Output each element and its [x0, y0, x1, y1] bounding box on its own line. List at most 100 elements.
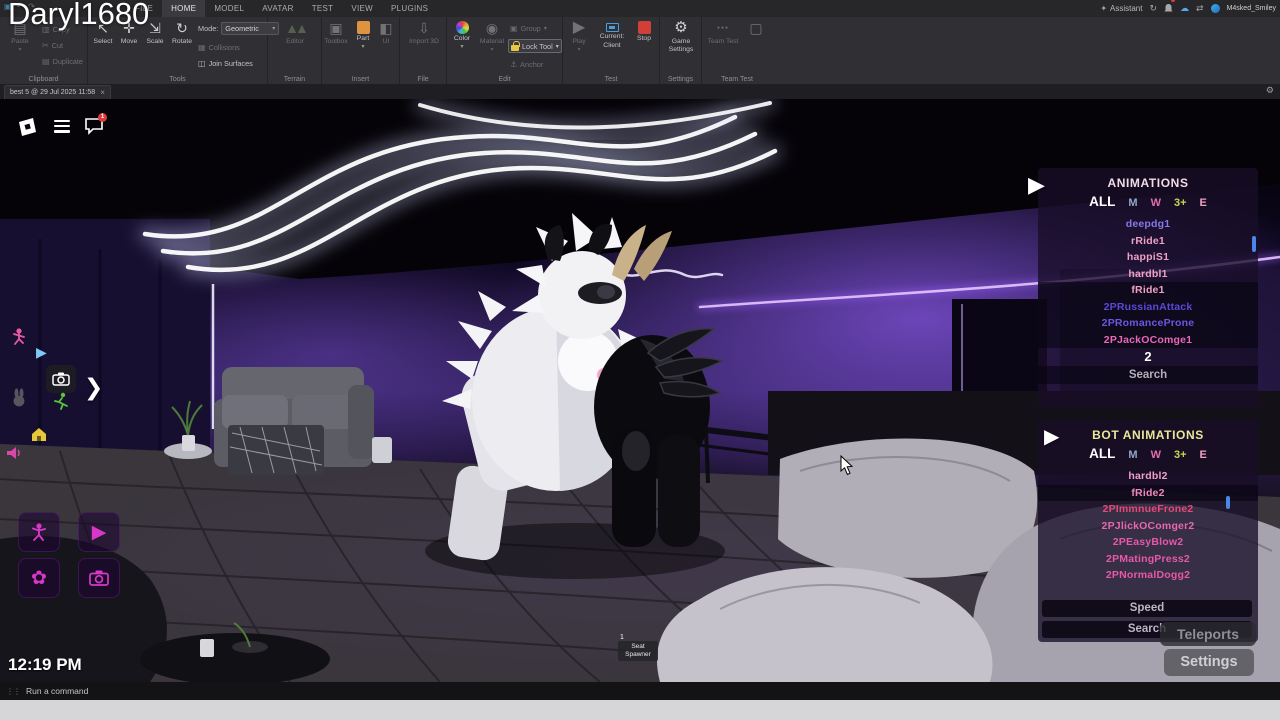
list-item[interactable]: fRide1 [1038, 282, 1258, 299]
document-tab[interactable]: best 5 @ 29 Jul 2025 11:58 × [4, 85, 111, 99]
play-label: Play [572, 38, 585, 46]
team-test-button[interactable]: ●●● Team Test [706, 19, 740, 46]
game-settings-button[interactable]: ⚙ Game Settings [662, 19, 700, 54]
emote-button[interactable] [10, 327, 28, 350]
cut-button[interactable]: ✂Cut [42, 41, 63, 50]
account-avatar[interactable] [1211, 4, 1220, 13]
notifications-button[interactable] [1164, 0, 1173, 18]
filter-m[interactable]: M [1128, 449, 1137, 461]
list-item[interactable]: 2PRomanceProne [1038, 315, 1258, 332]
tab-test[interactable]: TEST [303, 0, 343, 17]
stop-button[interactable]: Stop [631, 19, 657, 43]
stream-username-overlay: Daryl1680 [8, 0, 149, 32]
list-item[interactable]: 2PEasyBlow2 [1038, 534, 1258, 551]
tab-avatar[interactable]: AVATAR [253, 0, 302, 17]
lock-tool-button[interactable]: Lock Tool▾ [508, 39, 562, 53]
list-item[interactable]: 2PJlickOComger2 [1038, 518, 1258, 535]
gear-icon[interactable]: ⚙ [1266, 85, 1274, 96]
filter-3plus[interactable]: 3+ [1174, 449, 1187, 461]
lock-icon [511, 45, 519, 51]
filter-w[interactable]: W [1151, 197, 1161, 209]
material-button[interactable]: ◉ Material ▾ [477, 19, 507, 53]
flower-button[interactable]: ✿ [18, 558, 60, 598]
group-terrain: ▲▲ Editor Terrain [268, 17, 322, 84]
filter-m[interactable]: M [1128, 197, 1137, 209]
sync-icon[interactable]: ↻ [1149, 0, 1157, 17]
collisions-label: Collisions [209, 43, 240, 52]
current-client-button[interactable]: Current: Client [595, 19, 629, 50]
run-button[interactable] [52, 392, 70, 415]
play-emote-button[interactable]: ▶ [36, 344, 47, 361]
tab-plugins[interactable]: PLUGINS [382, 0, 437, 17]
list-item[interactable]: 2PNormalDogg2 [1038, 567, 1258, 584]
list-item[interactable]: hardbl1 [1038, 266, 1258, 283]
group-insert: ▣ Toolbox Part ▾ ◧ UI Insert [322, 17, 400, 84]
scrollbar[interactable] [1252, 236, 1256, 252]
play-anim-button[interactable]: ▶ [78, 512, 120, 552]
list-item[interactable]: 2PJackOComge1 [1038, 332, 1258, 349]
color-button[interactable]: Color ▾ [449, 19, 475, 50]
import-3d-button[interactable]: ⇩ Import 3D [404, 19, 444, 46]
group-test: ▶ Play ▾ Current: Client Stop Test [563, 17, 660, 84]
gear-icon: ⚙ [674, 19, 687, 37]
ui-button[interactable]: ◧ UI [376, 19, 396, 46]
color-label: Color [454, 35, 470, 43]
assistant-button[interactable]: ✦ Assistant [1100, 0, 1142, 17]
animations-search-button[interactable]: Search [1038, 366, 1258, 384]
list-item[interactable]: 2PRussianAttack [1038, 299, 1258, 316]
panel-play-button[interactable]: ▶ [1044, 424, 1059, 449]
team-test-extra-button[interactable]: ▢ [744, 19, 768, 37]
list-item[interactable]: fRide2 [1038, 485, 1258, 502]
filter-w[interactable]: W [1151, 449, 1161, 461]
tab-home[interactable]: HOME [162, 0, 205, 17]
speaker-button[interactable] [6, 446, 22, 465]
filter-e[interactable]: E [1200, 197, 1207, 209]
list-item[interactable]: 2PMatingPress2 [1038, 551, 1258, 568]
duplicate-button[interactable]: ▤Duplicate [42, 57, 83, 66]
list-item[interactable]: happiS1 [1038, 249, 1258, 266]
list-item[interactable]: deepdg1 [1038, 216, 1258, 233]
list-item[interactable]: hardbl2 [1038, 468, 1258, 485]
part-button[interactable]: Part ▾ [350, 19, 376, 50]
speed-button[interactable]: Speed [1042, 600, 1252, 617]
settings-button[interactable]: Settings [1164, 649, 1254, 676]
anchor-button[interactable]: ⚓Anchor [510, 60, 543, 69]
collisions-toggle[interactable]: ▦Collisions [198, 43, 240, 52]
share-icon[interactable]: ⇄ [1196, 0, 1204, 17]
chat-button[interactable]: 1 [84, 117, 104, 140]
tab-view[interactable]: VIEW [342, 0, 382, 17]
close-icon[interactable]: × [100, 88, 105, 97]
play-button[interactable]: ▶ Play ▾ [567, 19, 591, 53]
photo-button[interactable] [78, 558, 120, 598]
bunny-button[interactable] [10, 388, 28, 413]
team-icon: ●●● [717, 19, 729, 37]
scrollbar[interactable] [1226, 496, 1230, 509]
teleports-button[interactable]: Teleports [1160, 622, 1256, 646]
cloud-icon[interactable]: ☁ [1180, 0, 1189, 17]
rotate-tool-button[interactable]: ↻ Rotate [168, 19, 196, 46]
tab-model[interactable]: MODEL [205, 0, 253, 17]
camera-button[interactable] [46, 365, 76, 393]
camera-icon [52, 372, 70, 386]
panel-play-button[interactable]: ▶ [1028, 172, 1045, 198]
bottom-strip [0, 700, 1280, 720]
account-name[interactable]: M4sked_Smiley [1227, 5, 1276, 12]
terrain-editor-button[interactable]: ▲▲ Editor [278, 19, 312, 46]
toolbox-button[interactable]: ▣ Toolbox [324, 19, 348, 46]
filter-all[interactable]: ALL [1089, 194, 1115, 209]
list-item[interactable]: rRide1 [1038, 233, 1258, 250]
filter-all[interactable]: ALL [1089, 446, 1115, 461]
command-bar[interactable]: Run a command [26, 686, 88, 696]
page-number: 2 [1038, 348, 1258, 366]
filter-e[interactable]: E [1200, 449, 1207, 461]
join-surfaces-toggle[interactable]: ◫Join Surfaces [198, 59, 253, 68]
group-button[interactable]: ▣Group▾ [510, 24, 547, 33]
dance-button[interactable] [18, 512, 60, 552]
list-item[interactable]: 2PImmnueFrone2 [1038, 501, 1258, 518]
roblox-menu-button[interactable] [14, 115, 38, 144]
expand-chevron-button[interactable]: ❯ [84, 374, 103, 401]
filter-3plus[interactable]: 3+ [1174, 197, 1187, 209]
runner-icon [52, 392, 70, 410]
home-button[interactable] [30, 426, 48, 448]
hamburger-menu-button[interactable] [54, 120, 70, 133]
